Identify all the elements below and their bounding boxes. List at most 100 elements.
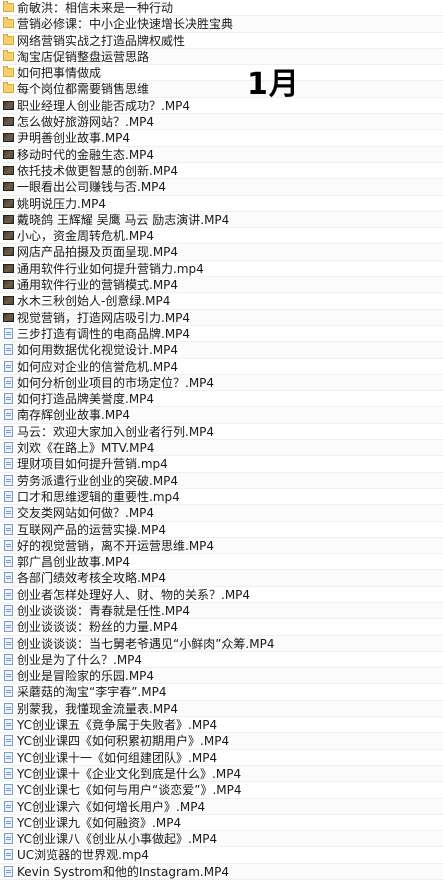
file-list-item[interactable]: 戴晓鸽 王辉耀 吴鹰 马云 励志演讲.MP4 (0, 211, 443, 229)
document-icon (4, 702, 13, 714)
file-name: 创业谈谈谈：当七舅老爷遇见“小鲜肉”众筹.MP4 (17, 636, 275, 651)
file-name: 俞敏洪：相信未来是一种行动 (17, 1, 174, 15)
file-name: 营销必修课：中小企业快速增长决胜宝典 (17, 17, 234, 32)
file-list-item[interactable]: 如何打造品牌美誉度.MP4 (0, 391, 443, 408)
file-list-item[interactable]: 每个岗位都需要销售思维 (0, 81, 443, 98)
file-list-item[interactable]: 尹明善创业故事.MP4 (0, 130, 443, 147)
file-name: 好的视觉营销，离不开运营思维.MP4 (17, 538, 215, 553)
file-list-item[interactable]: 淘宝店促销整盘运营思路 (0, 48, 443, 66)
document-icon (4, 751, 13, 763)
file-list-item[interactable]: 通用软件行业如何提升营销力.mp4 (0, 261, 443, 278)
file-list-item[interactable]: 如何分析创业项目的市场定位？.MP4 (0, 374, 443, 392)
file-name: 小心，资金周转危机.MP4 (17, 229, 155, 244)
document-icon (4, 686, 13, 698)
file-list-item[interactable]: YC创业课十一《如何组建团队》.MP4 (0, 750, 443, 766)
file-list-item[interactable]: 网络营销实战之打造品牌权威性 (0, 33, 443, 49)
file-name: UC浏览器的世界观.mp4 (17, 848, 149, 863)
video-icon (3, 312, 14, 322)
file-list-item[interactable]: 三步打造有调性的电商品牌.MP4 (0, 326, 443, 343)
document-icon (4, 670, 13, 682)
file-list-item[interactable]: 创业是为了什么？.MP4 (0, 652, 443, 669)
file-name: YC创业课八《创业从小事做起》.MP4 (17, 832, 218, 847)
file-list-item[interactable]: 采蘑菇的淘宝“李宇春”.MP4 (0, 684, 443, 701)
video-icon (3, 231, 14, 241)
file-name: 创业是冒险家的乐园.MP4 (17, 669, 155, 684)
file-name: 采蘑菇的淘宝“李宇春”.MP4 (17, 685, 167, 700)
file-list-item[interactable]: 创业谈谈谈：当七舅老爷遇见“小鲜肉”众筹.MP4 (0, 635, 443, 652)
file-list-item[interactable]: 依托技术做更智慧的创新.MP4 (0, 163, 443, 180)
file-list-item[interactable]: YC创业课五《竟争属于失败者》.MP4 (0, 717, 443, 734)
file-list-item[interactable]: Kevin Systrom和他的Instagram.MP4 (0, 863, 443, 881)
document-icon (4, 539, 13, 551)
file-list-item[interactable]: YC创业课四《如何积累初期用户》.MP4 (0, 733, 443, 750)
file-list-item[interactable]: 一眼看出公司赚钱与否.MP4 (0, 179, 443, 196)
file-list-item[interactable]: YC创业课九《如何融资》.MP4 (0, 815, 443, 832)
file-name: 各部门绩效考核全攻略.MP4 (17, 571, 167, 586)
file-list-item[interactable]: 姚明说压力.MP4 (0, 196, 443, 212)
file-list-item[interactable]: 职业经理人创业能否成功？.MP4 (0, 98, 443, 115)
document-icon (4, 719, 13, 731)
file-list-item[interactable]: 网店产品拍摄及页面呈现.MP4 (0, 244, 443, 261)
file-list-item[interactable]: 创业谈谈谈：青春就是任性.MP4 (0, 602, 443, 620)
file-list-item[interactable]: 各部门绩效考核全攻略.MP4 (0, 570, 443, 587)
file-list-item[interactable]: YC创业课七《如何与用户“谈恋爱”》.MP4 (0, 782, 443, 799)
file-list-item[interactable]: 水木三秋创始人-创意绿.MP4 (0, 293, 443, 310)
file-list-item[interactable]: 怎么做好旅游网站？.MP4 (0, 114, 443, 131)
video-icon (3, 182, 14, 192)
document-icon (4, 637, 13, 649)
file-list-item[interactable]: 劳务派遣行业创业的突破.MP4 (0, 472, 443, 489)
video-icon (3, 165, 14, 175)
file-list-item[interactable]: 郭广昌创业故事.MP4 (0, 554, 443, 571)
file-list-item[interactable]: 马云：欢迎大家加入创业者行列.MP4 (0, 424, 443, 441)
file-name: YC创业课十《企业文化到底是什么》.MP4 (17, 766, 242, 781)
file-name: 马云：欢迎大家加入创业者行列.MP4 (17, 424, 215, 439)
document-icon (4, 849, 13, 861)
file-name: 视觉营销，打造网店吸引力.MP4 (17, 310, 191, 325)
video-icon (3, 198, 14, 208)
file-name: 交友类网站如何做？.MP4 (17, 506, 155, 521)
document-icon (4, 784, 13, 796)
file-list-item[interactable]: 通用软件行业的营销模式.MP4 (0, 277, 443, 294)
document-icon (4, 393, 13, 405)
folder-icon (3, 82, 14, 94)
document-icon (4, 507, 13, 519)
file-name: 如何把事情做成 (17, 66, 102, 81)
file-list-item[interactable]: 别蒙我，我懂现金流量表.MP4 (0, 700, 443, 718)
document-icon (4, 458, 13, 470)
file-list-item[interactable]: UC浏览器的世界观.mp4 (0, 847, 443, 864)
file-list-item[interactable]: 小心，资金周转危机.MP4 (0, 228, 443, 245)
file-list-item[interactable]: 刘欢《在路上》MTV.MP4 (0, 440, 443, 457)
file-list: 俞敏洪：相信未来是一种行动营销必修课：中小企业快速增长决胜宝典 网络营销实战之打造… (0, 0, 443, 881)
file-list-item[interactable]: 好的视觉营销，离不开运营思维.MP4 (0, 537, 443, 555)
file-list-item[interactable]: YC创业课八《创业从小事做起》.MP4 (0, 831, 443, 848)
file-list-item[interactable]: YC创业课六《如何增长用户》.MP4 (0, 798, 443, 815)
document-icon (4, 490, 13, 502)
file-name: YC创业课七《如何与用户“谈恋爱”》.MP4 (17, 783, 242, 798)
file-name: YC创业课六《如何增长用户》.MP4 (17, 799, 206, 814)
file-list-item[interactable]: 创业谈谈谈：粉丝的力量.MP4 (0, 619, 443, 636)
file-list-item[interactable]: 如何用数据优化视觉设计.MP4 (0, 342, 443, 359)
file-list-item[interactable]: 创业者怎样处理好人、财、物的关系？.MP4 (0, 587, 443, 603)
file-list-item[interactable]: 创业是冒险家的乐园.MP4 (0, 668, 443, 685)
file-list-item[interactable]: 口才和思维逻辑的重要性.mp4 (0, 489, 443, 506)
file-list-item[interactable]: 营销必修课：中小企业快速增长决胜宝典 (0, 16, 443, 33)
file-list-item[interactable]: 俞敏洪：相信未来是一种行动 (0, 0, 443, 17)
file-list-item[interactable]: 理财项目如何提升营销.mp4 (0, 456, 443, 473)
document-icon (4, 376, 13, 388)
file-list-item[interactable]: 如何应对企业的信誉危机.MP4 (0, 359, 443, 375)
video-icon (3, 247, 14, 257)
file-list-item[interactable]: 互联网产品的运营实操.MP4 (0, 522, 443, 538)
file-list-item[interactable]: 移动时代的金融生态.MP4 (0, 146, 443, 163)
document-icon (4, 474, 13, 486)
file-list-item[interactable]: 视觉营销，打造网店吸引力.MP4 (0, 309, 443, 326)
file-list-item[interactable]: 如何把事情做成 (0, 65, 443, 82)
folder-icon (3, 66, 14, 78)
document-icon (4, 572, 13, 584)
document-icon (4, 604, 13, 616)
file-name: 三步打造有调性的电商品牌.MP4 (17, 326, 191, 341)
video-icon (3, 117, 14, 127)
file-list-item[interactable]: 南存辉创业故事.MP4 (0, 407, 443, 424)
file-list-item[interactable]: YC创业课十《企业文化到底是什么》.MP4 (0, 765, 443, 783)
file-list-item[interactable]: 交友类网站如何做？.MP4 (0, 505, 443, 522)
document-icon (4, 588, 13, 600)
